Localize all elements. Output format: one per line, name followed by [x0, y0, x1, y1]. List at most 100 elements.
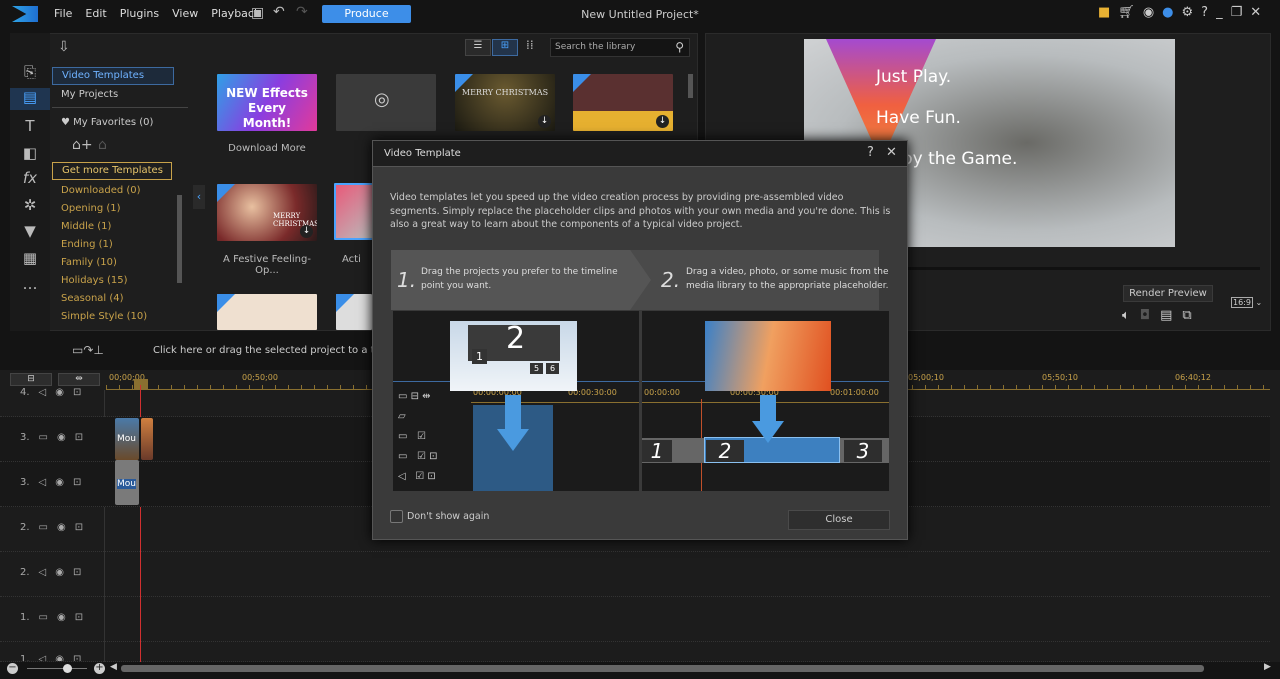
zoom-slider[interactable]: [27, 664, 87, 673]
gift-icon[interactable]: ■: [1098, 5, 1110, 20]
template-thumb[interactable]: ↓: [573, 74, 673, 131]
menu-plugins[interactable]: Plugins: [120, 7, 159, 20]
snapshot-icon[interactable]: ◘: [1140, 308, 1150, 323]
lock-icon[interactable]: ⊡: [75, 522, 83, 533]
lock-icon[interactable]: ⊡: [75, 432, 83, 443]
template-thumb[interactable]: NEW Effects Every Month!: [217, 74, 317, 131]
redo-icon[interactable]: ↷: [296, 4, 308, 20]
category-item[interactable]: Seasonal (4): [52, 291, 174, 307]
template-thumb[interactable]: [334, 183, 374, 240]
grid-view-button[interactable]: ⊞: [492, 39, 518, 56]
category-item[interactable]: Family (10): [52, 255, 174, 271]
library-search[interactable]: Search the library ⚲: [550, 38, 690, 57]
dont-show-label[interactable]: Don't show again: [407, 511, 489, 522]
close-icon[interactable]: ✕: [1250, 5, 1261, 20]
pip-icon[interactable]: ✲: [10, 196, 50, 214]
notification-icon[interactable]: ●: [1162, 5, 1173, 20]
category-item[interactable]: Middle (1): [52, 219, 174, 235]
cart-icon[interactable]: 🛒︎: [1118, 5, 1135, 20]
timeline-tools-icon[interactable]: ▭↷⊥: [72, 343, 104, 357]
help-icon[interactable]: ?: [867, 145, 874, 160]
eye-icon[interactable]: ◉: [57, 432, 66, 443]
undo-icon[interactable]: ↶: [273, 4, 285, 20]
category-item[interactable]: Opening (1): [52, 201, 174, 217]
close-button[interactable]: Close: [788, 510, 890, 530]
menu-view[interactable]: View: [172, 7, 198, 20]
transition-icon[interactable]: ◧: [10, 144, 50, 162]
grid-scrollbar[interactable]: [688, 74, 693, 98]
lock-icon[interactable]: ⊡: [73, 387, 81, 398]
title-icon[interactable]: T: [10, 117, 50, 135]
restore-icon[interactable]: ❐: [1231, 5, 1243, 20]
lock-icon[interactable]: ⊡: [73, 477, 81, 488]
templates-icon[interactable]: ▤: [10, 88, 50, 110]
category-scrollbar[interactable]: [177, 195, 182, 283]
eye-icon[interactable]: ◉: [55, 387, 64, 398]
help-icon[interactable]: ?: [1201, 5, 1208, 20]
particle-icon[interactable]: ▼: [10, 222, 50, 240]
chapter-icon[interactable]: ▦: [10, 249, 50, 267]
import-icon[interactable]: ⇩: [58, 39, 70, 55]
download-icon[interactable]: ↓: [300, 225, 313, 238]
add-tag-icon[interactable]: ⌂+: [72, 137, 93, 153]
audio-track-icon: ◁: [38, 567, 47, 578]
search-icon[interactable]: ⚲: [675, 40, 684, 54]
zoom-slider-thumb[interactable]: [63, 664, 72, 673]
eye-icon[interactable]: ◉: [55, 654, 64, 661]
collapse-panel-button[interactable]: ‹: [193, 185, 205, 209]
menu-file[interactable]: File: [54, 7, 72, 20]
timeline-scrollbar[interactable]: [121, 665, 1204, 672]
list-view-button[interactable]: ☰: [465, 39, 491, 56]
sort-icon[interactable]: ⁞⁞: [526, 38, 534, 52]
eye-icon[interactable]: ◉: [57, 612, 66, 623]
scroll-left-icon[interactable]: ◀: [110, 662, 117, 672]
aspect-ratio-select[interactable]: 16:9 ⌄: [1231, 297, 1262, 308]
save-icon[interactable]: ▣: [251, 5, 264, 21]
render-preview-button[interactable]: Render Preview: [1123, 285, 1213, 302]
download-icon[interactable]: ↓: [656, 115, 669, 128]
timeline-hint[interactable]: Click here or drag the selected project …: [153, 345, 399, 356]
lock-icon[interactable]: ⊡: [73, 654, 81, 661]
produce-button[interactable]: Produce: [322, 5, 411, 23]
undock-icon[interactable]: ⧉: [1182, 308, 1191, 323]
lock-icon[interactable]: ⊡: [75, 612, 83, 623]
video-clip[interactable]: Mou: [115, 418, 139, 460]
lock-icon[interactable]: ⊡: [73, 567, 81, 578]
minimize-icon[interactable]: _: [1216, 5, 1223, 20]
category-item[interactable]: Ending (1): [52, 237, 174, 253]
eye-icon[interactable]: ◉: [55, 477, 64, 488]
download-icon[interactable]: ↓: [538, 115, 551, 128]
template-thumb[interactable]: MERRY CHRISTMAS ↓: [455, 74, 555, 131]
category-item[interactable]: Holidays (15): [52, 273, 174, 289]
account-icon[interactable]: ◉: [1143, 5, 1154, 20]
menu-edit[interactable]: Edit: [85, 7, 106, 20]
template-thumb[interactable]: [217, 294, 317, 330]
nav-favorites[interactable]: ♥ My Favorites (0): [52, 115, 174, 131]
zoom-out-icon[interactable]: −: [7, 663, 18, 674]
zoom-in-icon[interactable]: +: [94, 663, 105, 674]
settings-icon[interactable]: ⚙: [1182, 5, 1194, 20]
more-icon[interactable]: …: [10, 275, 50, 293]
preview-scrubber[interactable]: [880, 267, 1260, 270]
media-room-icon[interactable]: ⎘: [10, 63, 50, 81]
nav-my-projects[interactable]: My Projects: [52, 87, 174, 103]
step-text: Drag a video, photo, or some music from …: [686, 267, 889, 291]
audio-clip[interactable]: Mou: [115, 460, 139, 505]
dont-show-checkbox[interactable]: [390, 510, 403, 523]
volume-icon[interactable]: 🔈︎: [1122, 308, 1130, 323]
template-thumb[interactable]: ◎: [336, 74, 436, 131]
nav-video-templates[interactable]: Video Templates: [52, 67, 174, 85]
category-item[interactable]: Downloaded (0): [52, 183, 174, 199]
video-clip[interactable]: [141, 418, 153, 460]
category-item[interactable]: Simple Style (10): [52, 309, 174, 325]
template-thumb[interactable]: [336, 294, 372, 330]
remove-tag-icon[interactable]: ⌂: [98, 137, 107, 153]
template-thumb[interactable]: MERRY CHRISTMAS ↓: [217, 184, 317, 241]
subtitles-icon[interactable]: ▤: [1160, 308, 1172, 323]
close-icon[interactable]: ✕: [886, 145, 897, 160]
eye-icon[interactable]: ◉: [55, 567, 64, 578]
eye-icon[interactable]: ◉: [57, 522, 66, 533]
scroll-right-icon[interactable]: ▶: [1264, 662, 1271, 672]
get-more-templates-button[interactable]: Get more Templates: [52, 162, 172, 180]
effects-icon[interactable]: fx: [10, 169, 50, 187]
